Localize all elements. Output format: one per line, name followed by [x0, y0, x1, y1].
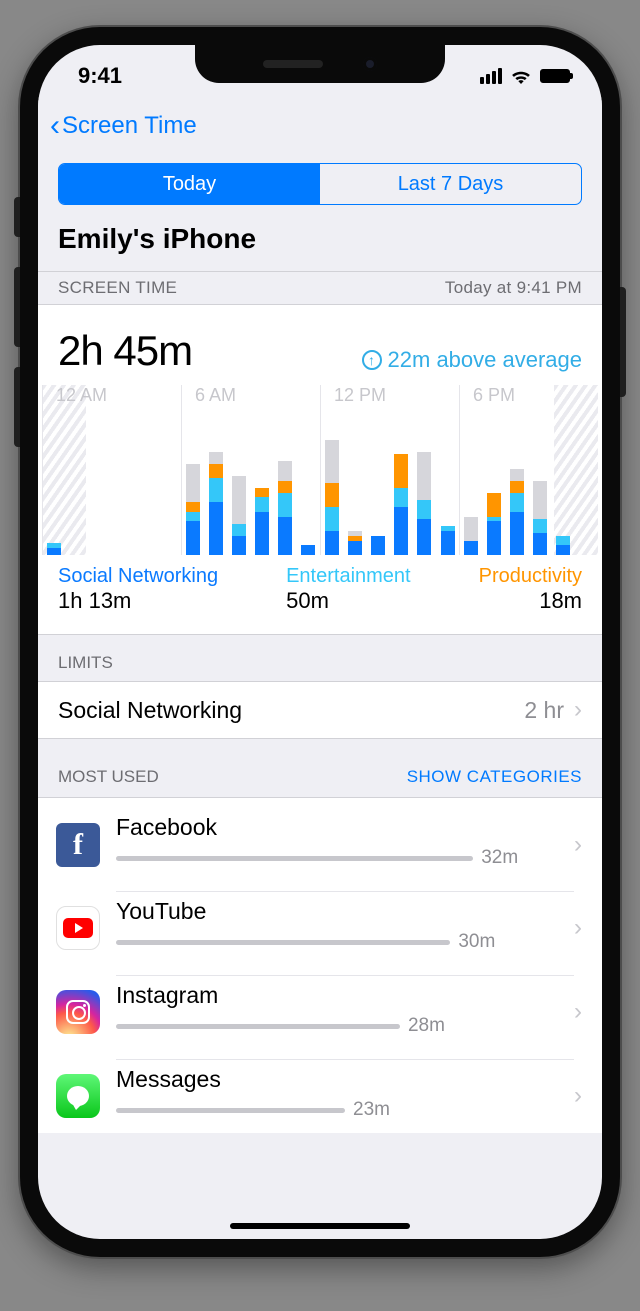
show-categories-button[interactable]: SHOW CATEGORIES — [407, 767, 582, 787]
segment-last-7-days[interactable]: Last 7 Days — [320, 164, 581, 204]
app-icon — [56, 906, 100, 950]
legend-social: Social Networking — [58, 565, 218, 588]
battery-icon — [540, 69, 570, 83]
limit-value: 2 hr — [524, 697, 564, 724]
legend-entertainment: Entertainment — [286, 565, 411, 588]
chevron-right-icon: › — [574, 1082, 582, 1110]
app-row-youtube[interactable]: YouTube 30m › — [38, 881, 602, 965]
app-icon — [56, 990, 100, 1034]
app-name: Facebook — [116, 814, 574, 841]
usage-bar — [116, 856, 473, 861]
arrow-up-icon: ↑ — [362, 350, 382, 370]
app-icon: f — [56, 823, 100, 867]
limit-row-social-networking[interactable]: Social Networking 2 hr › — [38, 681, 602, 739]
chevron-right-icon: › — [574, 914, 582, 942]
section-timestamp: Today at 9:41 PM — [445, 278, 582, 298]
back-button[interactable]: Screen Time — [62, 112, 197, 140]
section-header-screen-time: SCREEN TIME Today at 9:41 PM — [38, 271, 602, 304]
wifi-icon — [510, 68, 532, 84]
app-name: Messages — [116, 1066, 574, 1093]
limit-label: Social Networking — [58, 697, 242, 724]
app-name: Instagram — [116, 982, 574, 1009]
time-range-segmented: Today Last 7 Days — [58, 163, 582, 205]
screen-time-card: 2h 45m ↑ 22m above average 12 AM 6 AM 12… — [38, 305, 602, 635]
app-time: 30m — [458, 931, 495, 953]
notch — [195, 45, 445, 83]
app-row-instagram[interactable]: Instagram 28m › — [38, 965, 602, 1049]
chevron-right-icon: › — [574, 998, 582, 1026]
most-used-list: fFacebook32m›YouTube30m›Instagram28m›Mes… — [38, 798, 602, 1133]
legend-productivity: Productivity — [479, 565, 582, 588]
chevron-right-icon: › — [574, 696, 582, 724]
axis-label: 6 AM — [181, 385, 320, 406]
app-name: YouTube — [116, 898, 574, 925]
section-header-most-used: MOST USED — [58, 767, 159, 787]
usage-bar — [116, 1024, 400, 1029]
home-indicator[interactable] — [230, 1223, 410, 1229]
device-frame: 9:41 ‹ Screen Time Today Last 7 Days Emi… — [20, 27, 620, 1257]
app-row-messages[interactable]: Messages 23m › — [38, 1049, 602, 1133]
volume-down — [14, 367, 20, 447]
segment-today[interactable]: Today — [59, 164, 320, 204]
back-chevron-icon[interactable]: ‹ — [50, 111, 60, 141]
side-button — [620, 287, 626, 397]
section-header-limits: LIMITS — [38, 635, 602, 681]
usage-bar — [116, 940, 450, 945]
axis-label: 12 AM — [42, 385, 181, 406]
device-title: Emily's iPhone — [38, 219, 602, 271]
cellular-icon — [480, 68, 502, 84]
app-row-facebook[interactable]: f Facebook 32m › — [38, 798, 602, 881]
nav-bar: ‹ Screen Time — [38, 97, 602, 155]
chevron-right-icon: › — [574, 831, 582, 859]
total-time: 2h 45m — [58, 327, 192, 375]
app-icon — [56, 1074, 100, 1118]
screen: 9:41 ‹ Screen Time Today Last 7 Days Emi… — [38, 45, 602, 1239]
volume-up — [14, 267, 20, 347]
app-time: 23m — [353, 1099, 390, 1121]
mute-switch — [14, 197, 20, 237]
usage-bar — [116, 1108, 345, 1113]
hourly-usage-chart: 12 AM 6 AM 12 PM 6 PM — [42, 385, 598, 555]
axis-label: 6 PM — [459, 385, 598, 406]
delta-from-average: ↑ 22m above average — [362, 347, 582, 373]
axis-label: 12 PM — [320, 385, 459, 406]
section-label: SCREEN TIME — [58, 278, 177, 298]
category-legend: Social Networking1h 13m Entertainment50m… — [38, 555, 602, 635]
app-time: 28m — [408, 1015, 445, 1037]
status-time: 9:41 — [78, 63, 122, 89]
app-time: 32m — [481, 847, 518, 869]
